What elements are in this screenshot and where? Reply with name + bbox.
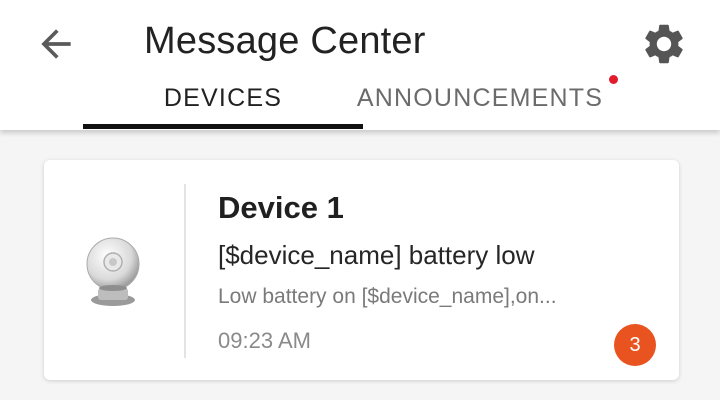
notification-dot [609,75,618,84]
app-header: Message Center DEVICES ANNOUNCEMENTS [0,0,720,130]
active-tab-indicator [83,124,363,129]
card-divider [184,184,186,358]
tab-announcements[interactable]: ANNOUNCEMENTS [330,82,630,130]
arrow-left-icon [41,29,71,59]
settings-button[interactable] [640,20,688,68]
message-time: 09:23 AM [218,328,311,353]
back-button[interactable] [34,22,78,66]
gear-icon [645,24,683,64]
device-name: Device 1 [218,190,344,225]
tab-announcements-label: ANNOUNCEMENTS [356,84,604,112]
tab-devices-label: DEVICES [163,84,283,112]
message-title: [$device_name] battery low [218,240,535,270]
camera-device-icon [78,232,148,312]
message-card[interactable]: Device 1 [$device_name] battery low Low … [44,160,679,380]
message-preview: Low battery on [$device_name],on... [218,285,557,308]
unread-count-badge: 3 [614,324,656,366]
page-title: Message Center [144,20,426,62]
tab-devices[interactable]: DEVICES [83,82,363,130]
